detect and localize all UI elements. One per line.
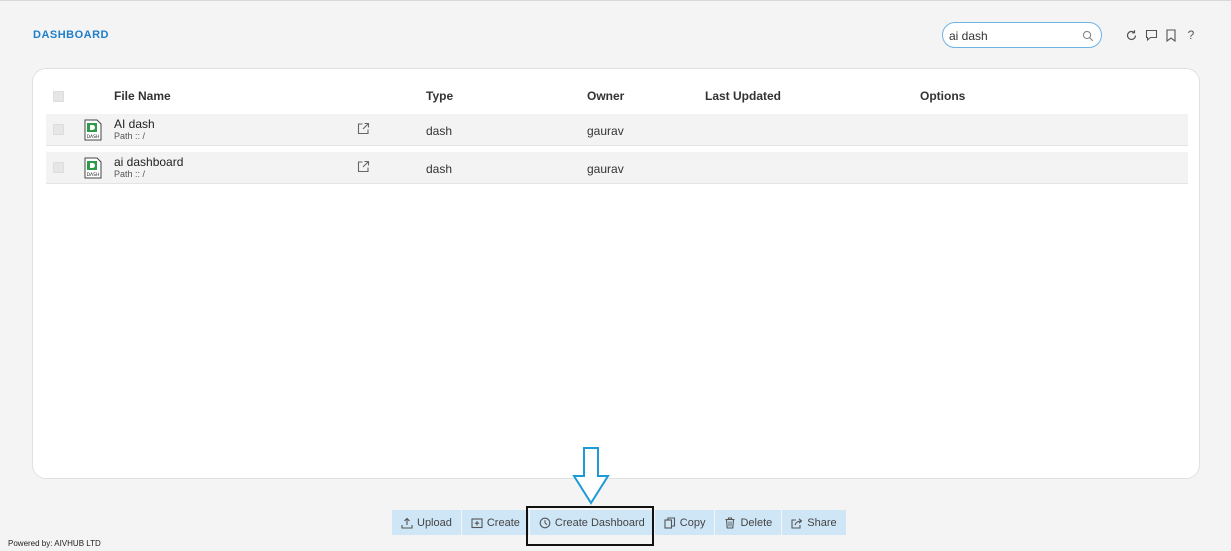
delete-button[interactable]: Delete [715, 510, 783, 535]
column-owner[interactable]: Owner [587, 89, 624, 103]
svg-text:DASH: DASH [87, 134, 100, 140]
file-path: Path :: / [114, 169, 146, 179]
upload-label: Upload [417, 516, 452, 529]
refresh-icon[interactable] [1124, 28, 1138, 42]
page-title: DASHBOARD [33, 29, 109, 41]
help-icon[interactable]: ? [1184, 28, 1198, 42]
footer-powered-by: Powered by: AIVHUB LTD [8, 539, 101, 548]
bookmark-icon[interactable] [1164, 28, 1178, 42]
select-all-checkbox[interactable] [53, 91, 64, 102]
file-path: Path :: / [114, 131, 146, 141]
create-button[interactable]: Create [461, 510, 530, 535]
header-actions: ? [1124, 28, 1198, 42]
comment-icon[interactable] [1144, 28, 1158, 42]
column-last-updated[interactable]: Last Updated [705, 89, 781, 103]
file-owner: gaurav [587, 162, 624, 176]
file-owner: gaurav [587, 124, 624, 138]
file-name[interactable]: AI dash [114, 117, 155, 131]
search-icon[interactable] [1082, 29, 1094, 47]
file-list-panel: File Name Type Owner Last Updated Option… [32, 68, 1200, 479]
create-label: Create [486, 516, 520, 529]
external-link-icon[interactable] [357, 122, 370, 140]
share-button[interactable]: Share [782, 510, 847, 535]
row-checkbox[interactable] [53, 124, 64, 135]
search-input[interactable] [949, 27, 1079, 44]
annotation-down-arrow [571, 446, 611, 511]
upload-icon [401, 517, 413, 529]
svg-text:DASH: DASH [87, 172, 100, 178]
external-link-icon[interactable] [357, 160, 370, 178]
copy-button[interactable]: Copy [654, 510, 716, 535]
column-type[interactable]: Type [426, 89, 453, 103]
search-box[interactable] [942, 22, 1102, 48]
delete-label: Delete [740, 516, 773, 529]
column-options: Options [920, 89, 966, 103]
column-file-name[interactable]: File Name [114, 89, 171, 103]
share-icon [791, 517, 803, 529]
table-row[interactable]: DASH AI dash Path :: / dash gaurav [46, 114, 1188, 146]
dashboard-file-icon: DASH [84, 119, 102, 146]
trash-icon [725, 516, 735, 529]
share-label: Share [807, 516, 837, 529]
copy-icon [664, 516, 675, 529]
file-type: dash [426, 162, 453, 176]
file-type: dash [426, 124, 453, 138]
dashboard-file-icon: DASH [84, 157, 102, 184]
table-row[interactable]: DASH ai dashboard Path :: / dash gaurav [46, 152, 1188, 184]
annotation-highlight-box [526, 506, 654, 546]
row-checkbox[interactable] [53, 162, 64, 173]
create-icon [471, 517, 483, 528]
upload-button[interactable]: Upload [392, 510, 462, 535]
copy-label: Copy [679, 516, 706, 529]
file-name[interactable]: ai dashboard [114, 155, 183, 169]
